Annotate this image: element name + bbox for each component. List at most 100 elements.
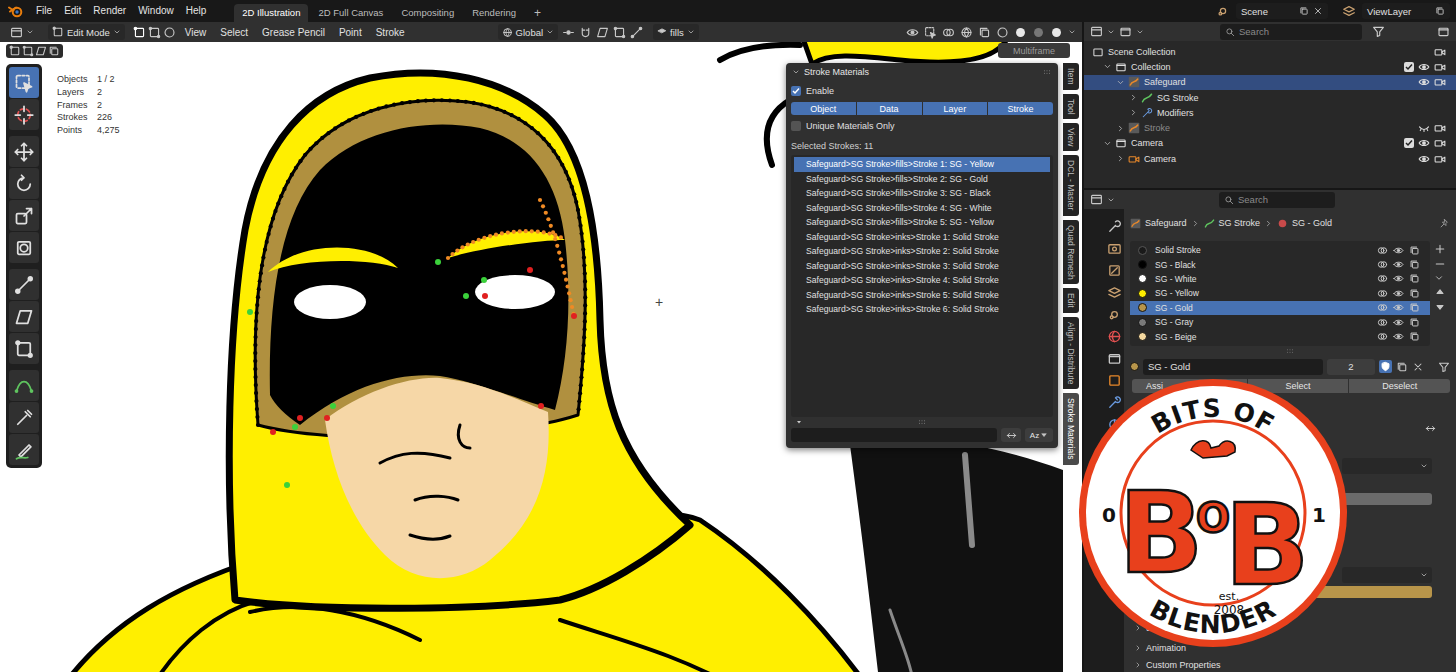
- expand-toggle[interactable]: [1116, 154, 1128, 163]
- sidebar-tab[interactable]: Quad Remesh: [1063, 220, 1079, 285]
- sidebar-tab[interactable]: View: [1063, 123, 1079, 151]
- outliner-row[interactable]: Collection: [1084, 59, 1456, 74]
- properties-tab[interactable]: [1107, 307, 1122, 322]
- material-row[interactable]: SG - Black: [1130, 257, 1430, 271]
- expand-toggle[interactable]: [1103, 139, 1115, 148]
- multiframe-button[interactable]: Multiframe: [998, 43, 1070, 58]
- menu-item[interactable]: Help: [180, 0, 213, 22]
- breadcrumb-item[interactable]: SG Stroke: [1219, 218, 1261, 228]
- invert-button[interactable]: [1001, 428, 1021, 442]
- properties-tab[interactable]: [1107, 241, 1122, 256]
- properties-tab[interactable]: [1107, 329, 1122, 344]
- viewport-menu[interactable]: Point: [334, 27, 367, 38]
- menu-item[interactable]: Render: [87, 0, 132, 22]
- material-row[interactable]: SG - Gold: [1130, 301, 1430, 315]
- tool-button[interactable]: [9, 333, 39, 364]
- expand-toggle[interactable]: [1116, 78, 1128, 87]
- tool-button[interactable]: [9, 136, 39, 167]
- properties-tab[interactable]: [1107, 373, 1122, 388]
- workspace-tab[interactable]: 2D Full Canvas: [310, 4, 391, 22]
- outliner-row[interactable]: Camera: [1084, 136, 1456, 151]
- material-name-field[interactable]: SG - Gold: [1143, 359, 1323, 375]
- stroke-row[interactable]: Safeguard>SG Stroke>inks>Stroke 2: Solid…: [794, 244, 1050, 259]
- properties-tab[interactable]: [1107, 285, 1122, 300]
- mode-button[interactable]: Layer: [923, 102, 988, 115]
- menu-item[interactable]: Edit: [58, 0, 87, 22]
- outliner-row[interactable]: Stroke: [1084, 120, 1456, 135]
- tool-button[interactable]: [9, 402, 39, 433]
- sidebar-tab[interactable]: Tool: [1063, 94, 1079, 120]
- mode-button[interactable]: Stroke: [988, 102, 1053, 115]
- pin-button[interactable]: [1439, 218, 1450, 229]
- sidebar-tab[interactable]: Item: [1063, 63, 1079, 90]
- list-resize-grip[interactable]: [1130, 346, 1450, 355]
- checkbox[interactable]: [791, 86, 801, 96]
- material-row[interactable]: Solid Stroke: [1130, 243, 1430, 257]
- sidebar-tab[interactable]: DCL - Master: [1063, 155, 1079, 215]
- stroke-row[interactable]: Safeguard>SG Stroke>inks>Stroke 4: Solid…: [794, 273, 1050, 288]
- viewport-canvas[interactable]: MultiframeObjects1 / 2Layers2Frames2Stro…: [0, 42, 1082, 672]
- blender-menu[interactable]: [6, 3, 30, 19]
- workspace-tab[interactable]: Compositing: [393, 4, 462, 22]
- panel-header[interactable]: Stroke Materials: [786, 63, 1058, 80]
- stroke-row[interactable]: Safeguard>SG Stroke>fills>Stroke 1: SG -…: [794, 157, 1050, 172]
- layer-dropdown[interactable]: fills: [653, 24, 699, 40]
- sidebar-tab[interactable]: Stroke Materials: [1063, 393, 1079, 464]
- material-row[interactable]: SG - Beige: [1130, 329, 1430, 343]
- exclude-checkbox[interactable]: [1404, 62, 1414, 72]
- properties-tab[interactable]: [1107, 219, 1122, 234]
- stroke-row[interactable]: Safeguard>SG Stroke>inks>Stroke 6: Solid…: [794, 302, 1050, 317]
- outliner-row[interactable]: Camera: [1084, 151, 1456, 166]
- outliner-row[interactable]: Scene Collection: [1084, 44, 1456, 59]
- tool-button[interactable]: [9, 269, 39, 300]
- viewport-menu[interactable]: Grease Pencil: [257, 27, 330, 38]
- add-slot-button[interactable]: [1434, 243, 1450, 255]
- outliner-search[interactable]: Search: [1220, 24, 1362, 40]
- properties-search[interactable]: Search: [1219, 192, 1335, 208]
- material-row[interactable]: SG - Yellow: [1130, 286, 1430, 300]
- value-field[interactable]: [1342, 493, 1432, 505]
- expand-toggle[interactable]: [1129, 93, 1141, 102]
- mode-dropdown[interactable]: Edit Mode: [48, 24, 125, 40]
- tool-button[interactable]: [9, 168, 39, 199]
- stroke-row[interactable]: Safeguard>SG Stroke>fills>Stroke 2: SG -…: [794, 172, 1050, 187]
- menu-item[interactable]: File: [30, 0, 58, 22]
- fake-user-button[interactable]: [1379, 360, 1392, 373]
- material-row[interactable]: SG - Gray: [1130, 315, 1430, 329]
- editor-type-button[interactable]: [6, 24, 38, 40]
- expand-toggle[interactable]: [1103, 62, 1115, 71]
- workspace-tab[interactable]: Rendering: [464, 4, 524, 22]
- tool-button[interactable]: [9, 434, 39, 465]
- stroke-row[interactable]: Safeguard>SG Stroke>inks>Stroke 1: Solid…: [794, 230, 1050, 245]
- tool-button[interactable]: [9, 301, 39, 332]
- slot-menu-button[interactable]: [1434, 273, 1450, 283]
- menu-item[interactable]: Window: [132, 0, 180, 22]
- panel-section[interactable]: Custom Properties: [1130, 658, 1450, 672]
- breadcrumb-item[interactable]: Safeguard: [1145, 218, 1187, 228]
- stroke-row[interactable]: Safeguard>SG Stroke>inks>Stroke 5: Solid…: [794, 288, 1050, 303]
- viewport-menu[interactable]: Select: [215, 27, 253, 38]
- properties-tab[interactable]: [1107, 395, 1122, 410]
- tool-button[interactable]: [9, 370, 39, 401]
- material-row[interactable]: SG - White: [1130, 272, 1430, 286]
- viewport-menu[interactable]: View: [180, 27, 212, 38]
- move-down-button[interactable]: [1434, 301, 1450, 313]
- filter-field[interactable]: [791, 428, 997, 442]
- properties-tab[interactable]: [1107, 351, 1122, 366]
- mode-button[interactable]: Data: [857, 102, 922, 115]
- sidebar-tab[interactable]: Edit: [1063, 288, 1079, 313]
- tool-button[interactable]: [9, 232, 39, 263]
- sort-button[interactable]: Az: [1025, 428, 1053, 442]
- scene-field[interactable]: Scene: [1236, 3, 1328, 19]
- expand-toggle[interactable]: [1129, 108, 1141, 117]
- panel-section[interactable]: Animation: [1130, 641, 1450, 655]
- tool-button[interactable]: [9, 99, 39, 130]
- exclude-checkbox[interactable]: [1404, 138, 1414, 148]
- outliner-row[interactable]: SG Stroke: [1084, 90, 1456, 105]
- outliner-row[interactable]: Safeguard: [1084, 75, 1456, 90]
- sidebar-tab[interactable]: Align - Distribute: [1063, 317, 1079, 389]
- stroke-row[interactable]: Safeguard>SG Stroke>inks>Stroke 3: Solid…: [794, 259, 1050, 274]
- expand-toggle[interactable]: [1116, 124, 1128, 133]
- tool-button[interactable]: [9, 200, 39, 231]
- stroke-row[interactable]: Safeguard>SG Stroke>fills>Stroke 4: SG -…: [794, 201, 1050, 216]
